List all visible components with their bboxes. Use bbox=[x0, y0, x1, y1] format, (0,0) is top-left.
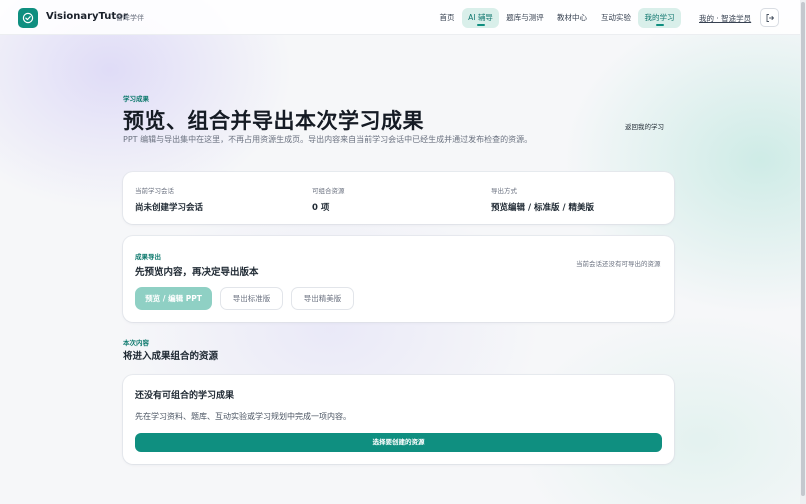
empty-state-description: 先在学习资料、题库、互动实验或学习规划中完成一项内容。 bbox=[135, 412, 351, 421]
content-section-title: 将进入成果组合的资源 bbox=[123, 351, 219, 362]
logout-icon bbox=[766, 13, 774, 22]
session-value: 尚未创建学习会话 bbox=[135, 203, 204, 213]
back-to-my-learning-link[interactable]: 返回我的学习 bbox=[625, 121, 664, 131]
nav-home[interactable]: 首页 bbox=[434, 8, 460, 28]
export-title: 先预览内容，再决定导出版本 bbox=[135, 267, 259, 278]
nav-ai-tutoring[interactable]: AI 辅导 bbox=[462, 8, 499, 28]
export-premium-button[interactable]: 导出精美版 bbox=[291, 287, 354, 310]
export-standard-button[interactable]: 导出标准版 bbox=[220, 287, 283, 310]
export-eyebrow: 成果导出 bbox=[135, 253, 161, 261]
session-summary-card: 当前学习会话 尚未创建学习会话 可组合资源 0 项 导出方式 预览编辑 / 标准… bbox=[123, 172, 674, 224]
session-label: 当前学习会话 bbox=[135, 187, 174, 195]
brand-subtitle: 智眸学伴 bbox=[116, 14, 144, 22]
nav-interactive-lab[interactable]: 互动实验 bbox=[597, 8, 635, 28]
choose-resource-button[interactable]: 选择要创建的资源 bbox=[135, 433, 662, 452]
export-card: 成果导出 先预览内容，再决定导出版本 当前会话还没有可导出的资源 预览 / 编辑… bbox=[123, 236, 674, 322]
nav-my-learning[interactable]: 我的学习 bbox=[638, 8, 681, 28]
export-mode-label: 导出方式 bbox=[491, 187, 517, 195]
page-scrollbar[interactable] bbox=[800, 0, 806, 504]
empty-state-title: 还没有可组合的学习成果 bbox=[135, 391, 235, 401]
export-status: 当前会话还没有可导出的资源 bbox=[576, 260, 661, 268]
preview-edit-ppt-button[interactable]: 预览 / 编辑 PPT bbox=[135, 287, 212, 310]
empty-state-card: 还没有可组合的学习成果 先在学习资料、题库、互动实验或学习规划中完成一项内容。 … bbox=[123, 375, 674, 464]
content-eyebrow: 本次内容 bbox=[123, 339, 149, 347]
main-content: 学习成果 预览、组合并导出本次学习成果 PPT 编辑与导出集中在这里，不再占用资… bbox=[0, 35, 800, 504]
logout-button[interactable] bbox=[760, 8, 779, 27]
nav-textbook-center[interactable]: 教材中心 bbox=[553, 8, 591, 28]
check-badge-icon[interactable] bbox=[18, 8, 38, 28]
nav-question-bank[interactable]: 题库与测评 bbox=[503, 8, 547, 28]
user-profile-link[interactable]: 我的 · 智途学员 bbox=[699, 13, 751, 24]
top-navbar: VisionaryTutor 智眸学伴 首页 AI 辅导 题库与测评 教材中心 … bbox=[0, 0, 806, 35]
resources-value: 0 项 bbox=[312, 203, 330, 213]
page-description: PPT 编辑与导出集中在这里，不再占用资源生成页。导出内容来自当前学习会话中已经… bbox=[123, 135, 533, 144]
export-mode-value: 预览编辑 / 标准版 / 精美版 bbox=[491, 203, 595, 213]
page-eyebrow: 学习成果 bbox=[123, 95, 149, 103]
page-title: 预览、组合并导出本次学习成果 bbox=[123, 109, 424, 133]
scrollbar-thumb[interactable] bbox=[801, 2, 805, 496]
resources-label: 可组合资源 bbox=[312, 187, 345, 195]
